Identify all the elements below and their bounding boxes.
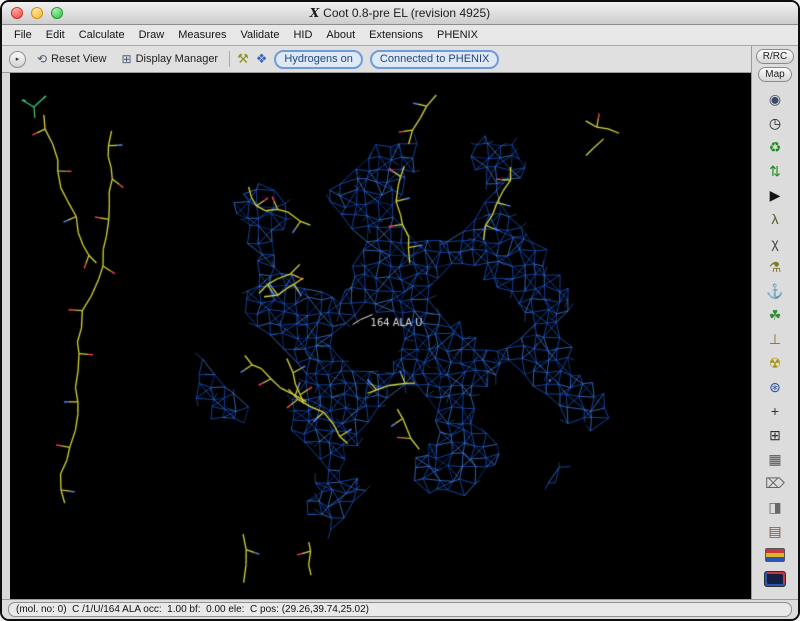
3d-viewport xyxy=(10,73,751,599)
left-column: ▸ ⟲ Reset View ⊞ Display Manager ⚒ ❖ Hyd… xyxy=(2,46,751,599)
play-icon[interactable]: ▶ xyxy=(762,184,788,206)
content-row: ▸ ⟲ Reset View ⊞ Display Manager ⚒ ❖ Hyd… xyxy=(2,46,798,599)
minimize-button[interactable] xyxy=(31,7,43,19)
reset-view-button[interactable]: ⟲ Reset View xyxy=(33,50,111,68)
menu-validate[interactable]: Validate xyxy=(234,27,287,43)
menu-hid[interactable]: HID xyxy=(286,27,319,43)
reset-view-icon: ⟲ xyxy=(37,52,47,66)
clock-icon[interactable]: ◷ xyxy=(762,112,788,134)
plus-box-icon[interactable]: ⊞ xyxy=(762,424,788,446)
main-toolbar: ▸ ⟲ Reset View ⊞ Display Manager ⚒ ❖ Hyd… xyxy=(2,46,751,73)
title-bar: X Coot 0.8-pre EL (revision 4925) xyxy=(2,2,798,25)
half-box-icon[interactable]: ◨ xyxy=(762,496,788,518)
phenix-connection-button[interactable]: Connected to PHENIX xyxy=(370,50,499,69)
toolbar-separator xyxy=(229,51,230,67)
display-manager-icon: ⊞ xyxy=(122,52,132,66)
display-manager-label: Display Manager xyxy=(136,53,219,65)
view-sphere-icon[interactable]: ◉ xyxy=(762,88,788,110)
go-to-atom-icon[interactable]: ❖ xyxy=(256,51,268,67)
trash-icon[interactable]: ⌦ xyxy=(762,472,788,494)
color-stripes-icon[interactable] xyxy=(762,544,788,566)
window-title: X Coot 0.8-pre EL (revision 4925) xyxy=(2,6,798,20)
window-title-text: Coot 0.8-pre EL (revision 4925) xyxy=(323,6,490,20)
menu-about[interactable]: About xyxy=(319,27,362,43)
lambda-icon[interactable]: λ xyxy=(762,208,788,230)
window-controls xyxy=(2,7,63,19)
anchor-icon[interactable]: ⚓ xyxy=(762,280,788,302)
map-button[interactable]: Map xyxy=(758,67,791,82)
menu-file[interactable]: File xyxy=(7,27,39,43)
menu-extensions[interactable]: Extensions xyxy=(362,27,430,43)
stripes-glyph xyxy=(765,548,785,562)
rows-icon[interactable]: ▤ xyxy=(762,520,788,542)
atom-icon[interactable]: ⊛ xyxy=(762,376,788,398)
flask-icon[interactable]: ⚗ xyxy=(762,256,788,278)
axes-icon[interactable]: ⊥ xyxy=(762,328,788,350)
right-panel: R/RC Map ◉◷♻⇅▶λχ⚗⚓☘⊥☢⊛+⊞▦⌦◨▤ xyxy=(751,46,798,599)
display-box-icon[interactable] xyxy=(762,568,788,590)
close-button[interactable] xyxy=(11,7,23,19)
hydrogens-toggle-button[interactable]: Hydrogens on xyxy=(274,50,363,69)
refine-recycle-icon[interactable]: ♻ xyxy=(762,136,788,158)
crosshair-icon[interactable]: + xyxy=(762,400,788,422)
status-bar: (mol. no: 0) C /1/U/164 ALA occ: 1.00 bf… xyxy=(2,599,798,619)
x11-icon: X xyxy=(310,6,319,20)
zoom-button[interactable] xyxy=(51,7,63,19)
menu-phenix[interactable]: PHENIX xyxy=(430,27,485,43)
radiation-icon[interactable]: ☢ xyxy=(762,352,788,374)
status-text: (mol. no: 0) C /1/U/164 ALA occ: 1.00 bf… xyxy=(8,602,792,617)
rrc-button[interactable]: R/RC xyxy=(756,49,794,64)
menu-bar: FileEditCalculateDrawMeasuresValidateHID… xyxy=(2,25,798,46)
display-manager-button[interactable]: ⊞ Display Manager xyxy=(118,50,223,68)
side-icon-strip: ◉◷♻⇅▶λχ⚗⚓☘⊥☢⊛+⊞▦⌦◨▤ xyxy=(752,88,798,599)
menu-draw[interactable]: Draw xyxy=(132,27,172,43)
measure-tool-icon[interactable]: ⚒ xyxy=(237,51,249,67)
toolbar-overflow-button[interactable]: ▸ xyxy=(9,51,26,68)
darkbox-glyph xyxy=(764,571,786,587)
menu-calculate[interactable]: Calculate xyxy=(72,27,132,43)
reset-view-label: Reset View xyxy=(51,53,106,65)
grid-icon[interactable]: ▦ xyxy=(762,448,788,470)
menu-edit[interactable]: Edit xyxy=(39,27,72,43)
coot-window: X Coot 0.8-pre EL (revision 4925) FileEdi… xyxy=(0,0,800,621)
menu-measures[interactable]: Measures xyxy=(171,27,233,43)
molecular-canvas[interactable] xyxy=(10,73,751,599)
leaf-icon[interactable]: ☘ xyxy=(762,304,788,326)
swap-arrows-icon[interactable]: ⇅ xyxy=(762,160,788,182)
chi-angle-icon[interactable]: χ xyxy=(762,232,788,254)
